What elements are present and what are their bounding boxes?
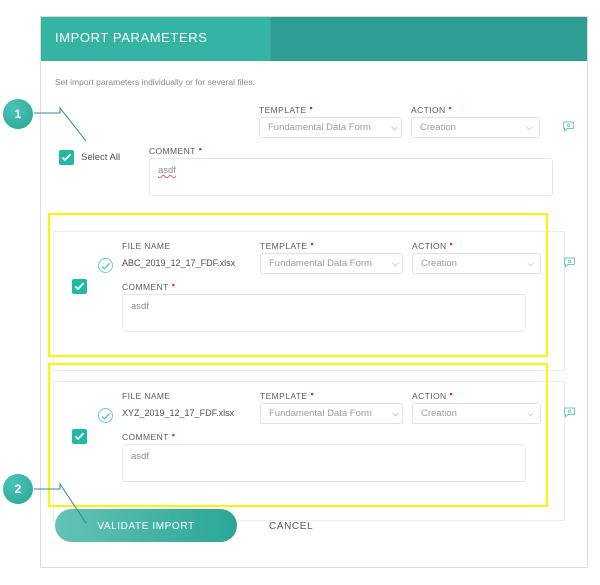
select-all-label: Select All xyxy=(81,152,121,163)
required-asterisk-icon: ▪ xyxy=(448,103,453,113)
file-name-value: ABC_2019_12_17_FDF.xlsx xyxy=(122,258,236,268)
required-asterisk-icon: ▪ xyxy=(198,144,203,154)
page-title: IMPORT PARAMETERS xyxy=(55,30,208,45)
chevron-down-icon xyxy=(526,126,533,131)
file-comment-value: asdf xyxy=(131,451,149,462)
file-comment-input[interactable]: asdf xyxy=(122,294,526,332)
file-comment-label: COMMENT ▪ xyxy=(122,280,176,292)
required-asterisk-icon: ▪ xyxy=(310,389,315,399)
bulk-comment-value: asdf xyxy=(158,165,176,176)
file-comment-bubble-icon[interactable] xyxy=(563,256,576,274)
file-row: FILE NAME ABC_2019_12_17_FDF.xlsx TEMPLA… xyxy=(53,231,575,371)
dialog-footer: VALIDATE IMPORT PARAMETERS CANCEL xyxy=(41,495,587,567)
dialog-body: Set import parameters individually or fo… xyxy=(41,61,587,567)
file-action-label: ACTION ▪ xyxy=(412,389,454,401)
comment-icon xyxy=(564,257,575,268)
bulk-action-label: ACTION ▪ xyxy=(411,103,453,115)
check-icon xyxy=(74,282,85,291)
file-name-label: FILE NAME xyxy=(122,391,171,401)
file-comment-bubble-icon[interactable] xyxy=(563,406,576,424)
file-template-select[interactable]: Fundamental Data Form xyxy=(260,403,403,424)
check-icon xyxy=(101,412,111,420)
annotation-callout-1: 1 xyxy=(3,99,33,129)
cancel-button[interactable]: CANCEL xyxy=(263,509,319,542)
file-comment-label-text: COMMENT xyxy=(122,282,169,292)
file-comment-value: asdf xyxy=(131,301,149,312)
chevron-down-icon xyxy=(527,262,534,267)
bulk-template-label: TEMPLATE ▪ xyxy=(259,103,314,115)
chevron-down-icon xyxy=(392,412,399,417)
bulk-template-label-text: TEMPLATE xyxy=(259,105,307,115)
file-action-select[interactable]: Creation xyxy=(412,403,541,424)
file-action-value: Creation xyxy=(421,258,457,269)
file-status-valid-icon xyxy=(98,258,113,273)
file-comment-label: COMMENT ▪ xyxy=(122,430,176,442)
file-action-label: ACTION ▪ xyxy=(412,239,454,251)
required-asterisk-icon: ▪ xyxy=(171,280,176,290)
file-template-value: Fundamental Data Form xyxy=(269,408,372,419)
file-action-label-text: ACTION xyxy=(412,391,447,401)
select-all-checkbox[interactable] xyxy=(59,150,74,165)
file-comment-label-text: COMMENT xyxy=(122,432,169,442)
bulk-comment-input[interactable]: asdf xyxy=(149,158,553,196)
file-template-label: TEMPLATE ▪ xyxy=(260,239,315,251)
bulk-comment-label-text: COMMENT xyxy=(149,146,196,156)
bulk-template-select[interactable]: Fundamental Data Form xyxy=(259,117,402,138)
file-template-value: Fundamental Data Form xyxy=(269,258,372,269)
file-select-checkbox[interactable] xyxy=(72,429,87,444)
required-asterisk-icon: ▪ xyxy=(309,103,314,113)
required-asterisk-icon: ▪ xyxy=(171,430,176,440)
file-template-label: TEMPLATE ▪ xyxy=(260,389,315,401)
bulk-comment-bubble-icon[interactable] xyxy=(562,120,575,138)
validate-import-parameters-button[interactable]: VALIDATE IMPORT PARAMETERS xyxy=(55,509,237,565)
required-asterisk-icon: ▪ xyxy=(449,389,454,399)
bulk-action-select[interactable]: Creation xyxy=(411,117,540,138)
check-icon xyxy=(61,153,72,162)
chevron-down-icon xyxy=(391,126,398,131)
file-action-select[interactable]: Creation xyxy=(412,253,541,274)
file-select-checkbox[interactable] xyxy=(72,279,87,294)
bulk-comment-label: COMMENT ▪ xyxy=(149,144,203,156)
file-template-label-text: TEMPLATE xyxy=(260,391,308,401)
required-asterisk-icon: ▪ xyxy=(449,239,454,249)
bulk-action-value: Creation xyxy=(420,122,456,133)
dialog-header: IMPORT PARAMETERS xyxy=(41,17,587,61)
import-parameters-dialog: IMPORT PARAMETERS Set import parameters … xyxy=(40,16,588,568)
bulk-template-value: Fundamental Data Form xyxy=(268,122,371,133)
file-comment-input[interactable]: asdf xyxy=(122,444,526,482)
required-asterisk-icon: ▪ xyxy=(310,239,315,249)
dialog-subtitle: Set import parameters individually or fo… xyxy=(55,77,255,87)
chevron-down-icon xyxy=(392,262,399,267)
file-name-label: FILE NAME xyxy=(122,241,171,251)
file-template-select[interactable]: Fundamental Data Form xyxy=(260,253,403,274)
check-icon xyxy=(74,432,85,441)
comment-icon xyxy=(563,121,574,132)
annotation-callout-2: 2 xyxy=(3,474,33,504)
check-icon xyxy=(101,262,111,270)
file-action-label-text: ACTION xyxy=(412,241,447,251)
file-template-label-text: TEMPLATE xyxy=(260,241,308,251)
bulk-action-label-text: ACTION xyxy=(411,105,446,115)
file-action-value: Creation xyxy=(421,408,457,419)
file-status-valid-icon xyxy=(98,408,113,423)
file-name-value: XYZ_2019_12_17_FDF.xlsx xyxy=(122,408,235,418)
comment-icon xyxy=(564,407,575,418)
chevron-down-icon xyxy=(527,412,534,417)
